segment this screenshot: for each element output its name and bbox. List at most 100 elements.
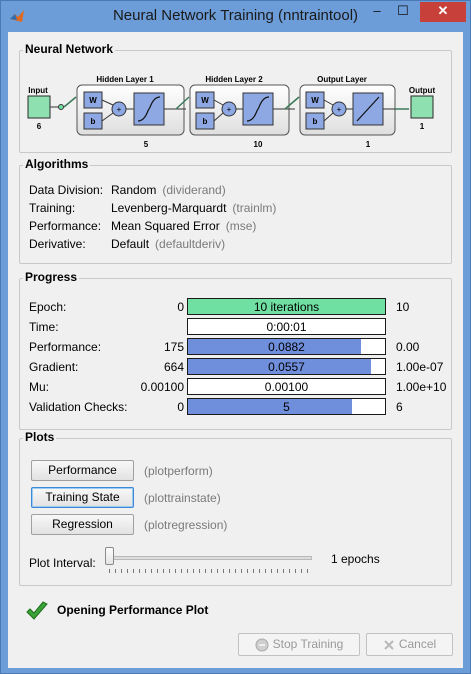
plots-group: Plots Performance (plotperform) Training…: [19, 430, 452, 586]
checkmark-icon: [26, 601, 48, 620]
output-layer-title: Output Layer: [317, 75, 367, 84]
plot-interval-label: Plot Interval:: [29, 556, 96, 570]
progress-bar: 0:00:01: [187, 318, 386, 335]
plot-training-state-code: (plottrainstate): [144, 491, 221, 505]
plot-interval-slider[interactable]: [106, 556, 312, 560]
layer-2-sum-label: +: [227, 105, 232, 114]
plots-group-title: Plots: [23, 430, 57, 444]
algorithm-code: (dividerand): [162, 183, 226, 197]
progress-value: 0.0557: [268, 360, 305, 374]
stop-training-button[interactable]: Stop Training: [238, 633, 360, 656]
progress-bar: 0.0557: [187, 358, 386, 375]
status-text: Opening Performance Plot: [57, 603, 209, 617]
status-bar: Opening Performance Plot: [25, 601, 208, 620]
progress-group: Progress Epoch: 0 10 iterations 10 Time:…: [19, 270, 452, 430]
progress-row-performance: Performance: 175 0.0882 0.00: [20, 338, 451, 356]
algorithm-name: Random: [111, 183, 157, 197]
progress-row-epoch: Epoch: 0 10 iterations 10: [20, 298, 451, 316]
input-label: Input: [28, 86, 48, 95]
close-button[interactable]: ✕: [420, 2, 466, 22]
progress-value: 0.00100: [264, 380, 309, 394]
progress-value: 5: [283, 400, 290, 414]
layer-2-title: Hidden Layer 2: [205, 75, 263, 84]
layer-1-sum-label: +: [117, 105, 122, 114]
algorithms-group: Algorithms Data Division: Random (divider…: [19, 157, 452, 264]
algorithm-name: Levenberg-Marquardt: [111, 201, 227, 215]
algorithm-name: Default: [111, 237, 150, 251]
progress-label: Time:: [29, 320, 59, 334]
progress-row-time: Time: 0:00:01: [20, 318, 451, 336]
algorithm-label: Performance:: [29, 219, 102, 233]
algorithm-value: Mean Squared Error (mse): [111, 219, 256, 233]
algorithm-label: Training:: [29, 201, 76, 215]
progress-end: 0.00: [396, 340, 420, 354]
layer-2-w-label: W: [201, 96, 209, 105]
stop-training-label: Stop Training: [272, 637, 344, 651]
cancel-label: Cancel: [398, 637, 437, 651]
progress-value: 0:00:01: [266, 320, 307, 334]
plot-interval-slider-thumb[interactable]: [105, 547, 114, 565]
plot-regression-code: (plotregression): [144, 518, 228, 532]
title-bar[interactable]: Neural Network Training (nntraintool) – …: [1, 1, 470, 32]
algorithm-label: Data Division:: [29, 183, 104, 197]
output-block: [410, 95, 434, 119]
progress-label: Gradient:: [29, 360, 79, 374]
maximize-button[interactable]: ☐: [390, 2, 416, 22]
progress-bar: 5: [187, 398, 386, 415]
window-client: Neural Network Input 6 Hidden Layer 1 W …: [8, 32, 463, 668]
progress-end: 1.00e-07: [396, 360, 444, 374]
layer-1-size: 5: [144, 140, 149, 149]
progress-row-validation-checks: Validation Checks: 0 5 6: [20, 398, 451, 416]
progress-bar: 10 iterations: [187, 298, 386, 315]
algorithm-code: (trainlm): [232, 201, 277, 215]
output-layer-b-label: b: [313, 117, 318, 126]
cancel-icon: [384, 640, 394, 650]
progress-start: 664: [163, 360, 184, 374]
stop-icon: [255, 638, 269, 652]
progress-label: Mu:: [29, 380, 50, 394]
output-size: 1: [420, 122, 425, 131]
progress-end: 10: [396, 300, 410, 314]
algorithm-value: Default (defaultderiv): [111, 237, 225, 251]
input-size: 6: [37, 122, 42, 131]
algorithm-name: Mean Squared Error: [111, 219, 220, 233]
algorithm-label: Derivative:: [29, 237, 86, 251]
network-diagram: Input 6 Hidden Layer 1 W b + 5 Hidden La…: [27, 75, 436, 149]
neural-network-group: Neural Network Input 6 Hidden Layer 1 W …: [19, 42, 452, 153]
progress-start: 0: [177, 300, 184, 314]
output-layer-w-label: W: [311, 96, 319, 105]
plot-training-state-button[interactable]: Training State: [31, 487, 134, 508]
progress-end: 1.00e+10: [396, 380, 447, 394]
input-block: [27, 95, 51, 119]
algorithm-code: (mse): [225, 219, 257, 233]
progress-row-gradient: Gradient: 664 0.0557 1.00e-07: [20, 358, 451, 376]
output-layer-size: 1: [366, 140, 371, 149]
layer-1-w-label: W: [89, 96, 97, 105]
progress-group-title: Progress: [23, 270, 80, 284]
plot-performance-code: (plotperform): [144, 464, 213, 478]
output-layer-sum-label: +: [337, 105, 342, 114]
plot-regression-button[interactable]: Regression: [31, 514, 134, 535]
progress-start: 175: [163, 340, 184, 354]
progress-label: Performance:: [29, 340, 102, 354]
progress-start: 0: [177, 400, 184, 414]
progress-end: 6: [396, 400, 403, 414]
output-label: Output: [409, 86, 436, 95]
plot-interval-ticks: [109, 569, 311, 573]
cancel-button[interactable]: Cancel: [366, 633, 453, 656]
progress-label: Validation Checks:: [29, 400, 128, 414]
algorithms-group-title: Algorithms: [23, 157, 91, 171]
layer-2-b-label: b: [203, 117, 208, 126]
progress-label: Epoch:: [29, 300, 67, 314]
algorithm-value: Random (dividerand): [111, 183, 226, 197]
algorithm-code: (defaultderiv): [155, 237, 226, 251]
minimize-button[interactable]: –: [364, 2, 390, 22]
plot-performance-button[interactable]: Performance: [31, 460, 134, 481]
layer-1-title: Hidden Layer 1: [96, 75, 154, 84]
progress-value: 10 iterations: [253, 300, 320, 314]
progress-bar: 0.00100: [187, 378, 386, 395]
progress-value: 0.0882: [268, 340, 305, 354]
layer-2-size: 10: [254, 140, 263, 149]
plot-interval-value: 1 epochs: [331, 552, 380, 566]
layer-1-b-label: b: [91, 117, 96, 126]
